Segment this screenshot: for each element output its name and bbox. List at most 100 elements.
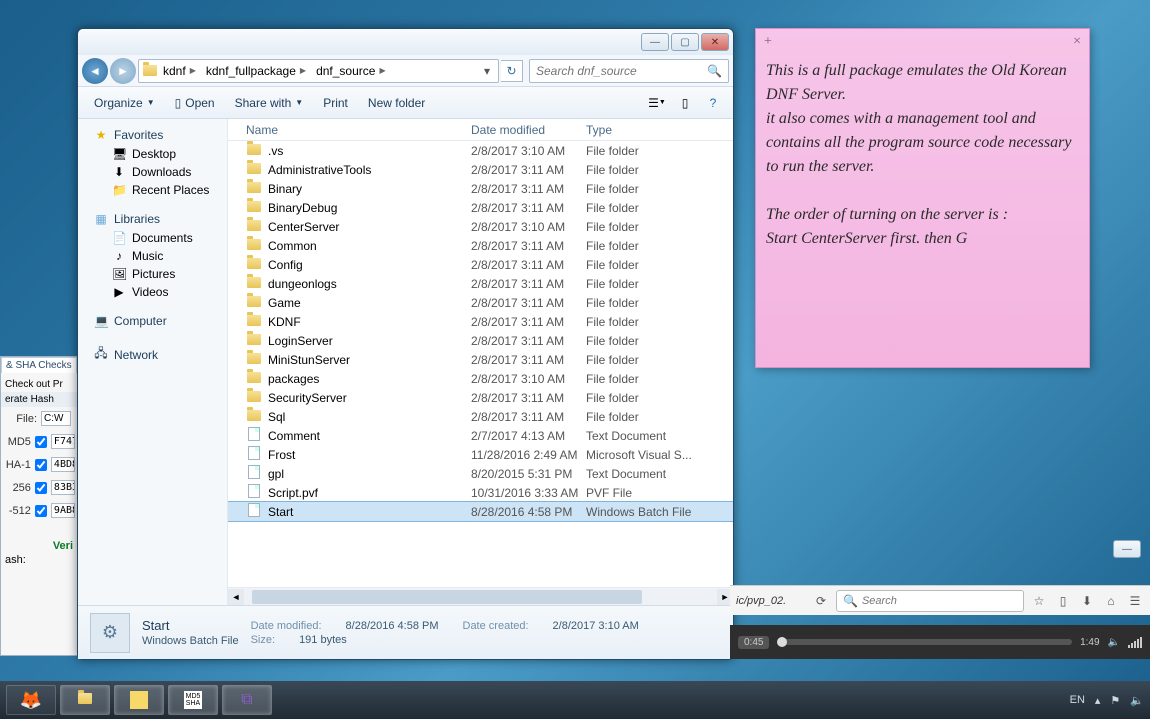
lang-indicator[interactable]: EN xyxy=(1070,694,1085,706)
help-button[interactable]: ? xyxy=(701,91,725,115)
download-icon[interactable]: ⬇ xyxy=(1078,592,1096,610)
file-row[interactable]: CenterServer2/8/2017 3:10 AMFile folder xyxy=(228,217,733,236)
minimize-window-button[interactable]: — xyxy=(1113,540,1141,558)
sidebar-computer-head[interactable]: 💻Computer xyxy=(78,311,227,331)
minimize-button[interactable]: — xyxy=(641,33,669,51)
hash-checkbox[interactable] xyxy=(35,436,47,448)
file-row[interactable]: BinaryDebug2/8/2017 3:11 AMFile folder xyxy=(228,198,733,217)
hash-tab[interactable]: & SHA Checks xyxy=(1,357,77,373)
sticky-close-button[interactable]: × xyxy=(1073,31,1081,52)
volume-bars[interactable] xyxy=(1128,636,1142,648)
sidebar-pictures[interactable]: 🖼Pictures xyxy=(78,265,227,283)
menu-icon[interactable]: ☰ xyxy=(1126,592,1144,610)
share-button[interactable]: Share with▼ xyxy=(227,93,312,113)
close-button[interactable]: ✕ xyxy=(701,33,729,51)
back-button[interactable]: ◄ xyxy=(82,58,108,84)
file-row[interactable]: MiniStunServer2/8/2017 3:11 AMFile folde… xyxy=(228,350,733,369)
hash-generate[interactable]: erate Hash xyxy=(1,392,77,407)
newfolder-button[interactable]: New folder xyxy=(360,93,433,113)
breadcrumb-dropdown[interactable]: ▾ xyxy=(480,64,494,78)
sticky-content[interactable]: This is a full package emulates the Old … xyxy=(766,59,1079,251)
hash-file-field[interactable]: C:W xyxy=(41,411,71,426)
file-row[interactable]: Frost11/28/2016 2:49 AMMicrosoft Visual … xyxy=(228,445,733,464)
sidebar-documents[interactable]: 📄Documents xyxy=(78,229,227,247)
taskbar-firefox[interactable]: 🦊 xyxy=(6,685,56,715)
file-row[interactable]: Common2/8/2017 3:11 AMFile folder xyxy=(228,236,733,255)
col-type[interactable]: Type xyxy=(586,123,733,137)
file-row[interactable]: packages2/8/2017 3:10 AMFile folder xyxy=(228,369,733,388)
hash-value[interactable]: 83B3 xyxy=(51,480,75,495)
search-icon[interactable]: 🔍 xyxy=(707,64,722,78)
clipboard-icon[interactable]: ▯ xyxy=(1054,592,1072,610)
sidebar-libraries-head[interactable]: ▦Libraries xyxy=(78,209,227,229)
tray-up-icon[interactable]: ▴ xyxy=(1095,694,1101,707)
sidebar-music[interactable]: ♪Music xyxy=(78,247,227,265)
sidebar-network-head[interactable]: 🖧Network xyxy=(78,341,227,368)
file-row[interactable]: gpl8/20/2015 5:31 PMText Document xyxy=(228,464,733,483)
mute-icon[interactable]: 🔈 xyxy=(1108,637,1120,648)
file-row[interactable]: .vs2/8/2017 3:10 AMFile folder xyxy=(228,141,733,160)
file-row[interactable]: AdministrativeTools2/8/2017 3:11 AMFile … xyxy=(228,160,733,179)
scroll-track[interactable] xyxy=(244,589,717,605)
browser-addr[interactable]: ic/pvp_02. xyxy=(736,595,806,607)
breadcrumb-seg[interactable]: dnf_source▶ xyxy=(312,64,390,78)
browser-search-input[interactable] xyxy=(862,595,1017,607)
file-list[interactable]: .vs2/8/2017 3:10 AMFile folderAdministra… xyxy=(228,141,733,587)
hash-value[interactable]: 9AB8 xyxy=(51,503,75,518)
print-button[interactable]: Print xyxy=(315,93,356,113)
sticky-add-button[interactable]: + xyxy=(764,31,772,52)
file-row[interactable]: Comment2/7/2017 4:13 AMText Document xyxy=(228,426,733,445)
file-row[interactable]: dungeonlogs2/8/2017 3:11 AMFile folder xyxy=(228,274,733,293)
file-row[interactable]: Sql2/8/2017 3:11 AMFile folder xyxy=(228,407,733,426)
sidebar-recent[interactable]: 📁Recent Places xyxy=(78,181,227,199)
search-input[interactable] xyxy=(536,64,707,78)
column-headers[interactable]: Name Date modified Type xyxy=(228,119,733,141)
hash-checkbox[interactable] xyxy=(35,459,47,471)
taskbar-sticky[interactable] xyxy=(114,685,164,715)
forward-button[interactable]: ► xyxy=(110,58,136,84)
file-row[interactable]: KDNF2/8/2017 3:11 AMFile folder xyxy=(228,312,733,331)
hash-value[interactable]: 4BD8 xyxy=(51,457,75,472)
tray-flag-icon[interactable]: ⚑ xyxy=(1110,694,1120,707)
sidebar-favorites-head[interactable]: ★Favorites xyxy=(78,125,227,145)
media-thumb[interactable] xyxy=(777,637,787,647)
file-row[interactable]: Script.pvf10/31/2016 3:33 AMPVF File xyxy=(228,483,733,502)
file-row[interactable]: Config2/8/2017 3:11 AMFile folder xyxy=(228,255,733,274)
breadcrumb-seg[interactable]: kdnf_fullpackage▶ xyxy=(202,64,310,78)
file-row[interactable]: LoginServer2/8/2017 3:11 AMFile folder xyxy=(228,331,733,350)
file-row[interactable]: SecurityServer2/8/2017 3:11 AMFile folde… xyxy=(228,388,733,407)
file-row[interactable]: Binary2/8/2017 3:11 AMFile folder xyxy=(228,179,733,198)
file-row[interactable]: Game2/8/2017 3:11 AMFile folder xyxy=(228,293,733,312)
browser-search[interactable]: 🔍 xyxy=(836,590,1024,612)
col-date[interactable]: Date modified xyxy=(471,123,586,137)
scroll-thumb[interactable] xyxy=(252,590,642,604)
sidebar-desktop[interactable]: 🖥Desktop xyxy=(78,145,227,163)
sidebar-videos[interactable]: ▶Videos xyxy=(78,283,227,301)
media-track[interactable] xyxy=(777,639,1072,645)
refresh-button[interactable]: ↻ xyxy=(501,60,523,82)
search-box[interactable]: 🔍 xyxy=(529,59,729,83)
hash-checkbox[interactable] xyxy=(35,482,47,494)
taskbar-explorer[interactable] xyxy=(60,685,110,715)
titlebar[interactable]: — ▢ ✕ xyxy=(78,29,733,55)
breadcrumb[interactable]: kdnf▶ kdnf_fullpackage▶ dnf_source▶ ▾ xyxy=(138,59,499,83)
preview-pane-button[interactable]: ▯ xyxy=(673,91,697,115)
home-icon[interactable]: ⌂ xyxy=(1102,592,1120,610)
reload-button[interactable]: ⟳ xyxy=(812,592,830,610)
hash-value[interactable]: F747 xyxy=(51,434,75,449)
hash-checkbox[interactable] xyxy=(35,505,47,517)
sticky-note[interactable]: + × This is a full package emulates the … xyxy=(755,28,1090,368)
view-button[interactable]: ☰▼ xyxy=(645,91,669,115)
breadcrumb-seg[interactable]: kdnf▶ xyxy=(159,64,200,78)
scroll-left[interactable]: ◄ xyxy=(228,589,244,605)
organize-button[interactable]: Organize▼ xyxy=(86,93,163,113)
star-icon[interactable]: ☆ xyxy=(1030,592,1048,610)
file-row[interactable]: Start8/28/2016 4:58 PMWindows Batch File xyxy=(228,502,733,521)
h-scrollbar[interactable]: ◄ ► xyxy=(228,587,733,605)
sidebar-downloads[interactable]: ⬇Downloads xyxy=(78,163,227,181)
tray-speaker-icon[interactable]: 🔈 xyxy=(1130,694,1144,707)
open-button[interactable]: ▯Open xyxy=(167,93,223,113)
maximize-button[interactable]: ▢ xyxy=(671,33,699,51)
taskbar-md5sha[interactable]: MD5SHA xyxy=(168,685,218,715)
taskbar-visualstudio[interactable]: ⧉ xyxy=(222,685,272,715)
